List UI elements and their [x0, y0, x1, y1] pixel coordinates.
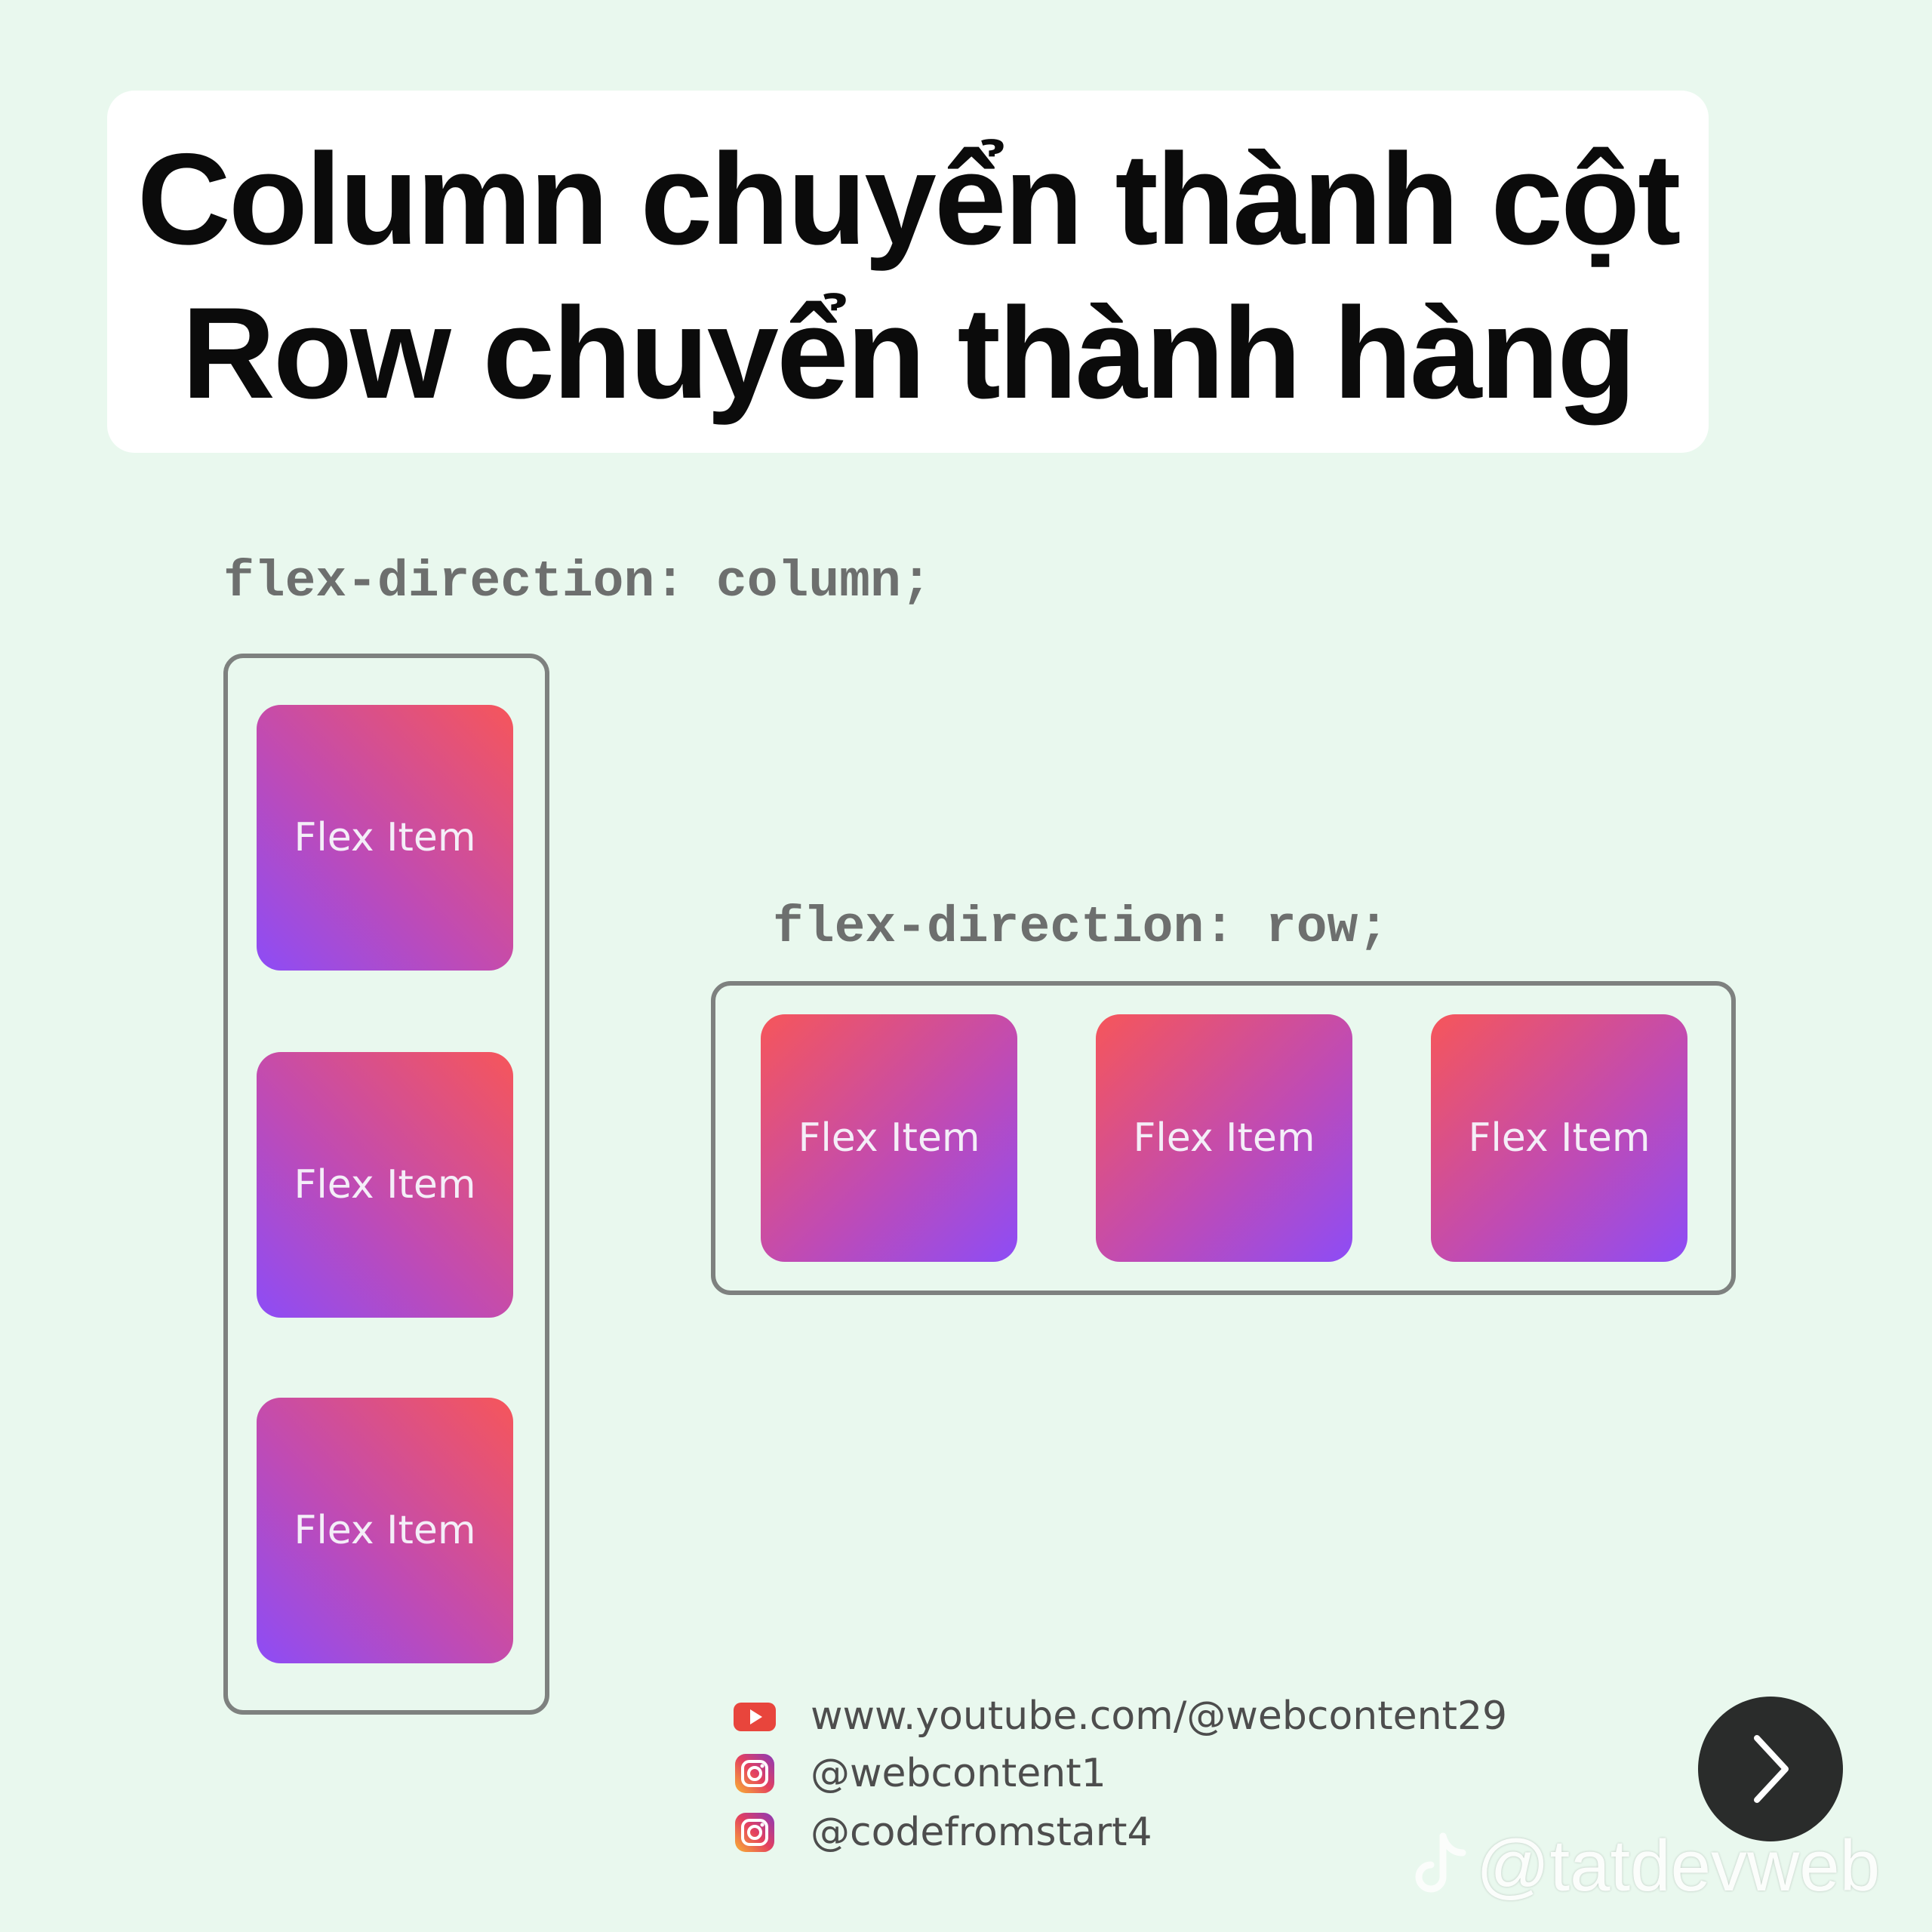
footer-instagram-link-1[interactable]: @webcontent1	[734, 1751, 1106, 1796]
instagram-icon	[735, 1813, 774, 1852]
row-code-label: flex-direction: row;	[773, 899, 1389, 957]
footer-youtube-link[interactable]: www.youtube.com/@webcontent29	[734, 1694, 1507, 1739]
row-flex-item-1: Flex Item	[761, 1014, 1017, 1262]
column-flex-item-3: Flex Item	[257, 1398, 513, 1663]
column-flex-item-2: Flex Item	[257, 1052, 513, 1318]
next-button[interactable]	[1698, 1697, 1843, 1841]
tiktok-watermark: @tatdevweb	[1410, 1825, 1880, 1908]
instagram-icon	[735, 1754, 774, 1793]
youtube-icon	[734, 1703, 776, 1731]
title-line-1: Column chuyển thành cột	[137, 127, 1681, 272]
row-flex-item-3: Flex Item	[1431, 1014, 1687, 1262]
column-flex-item-1: Flex Item	[257, 705, 513, 971]
youtube-link-text: www.youtube.com/@webcontent29	[811, 1694, 1508, 1739]
title-line-2: Row chuyển thành hàng	[181, 281, 1637, 426]
tiktok-icon	[1415, 1832, 1466, 1893]
chevron-right-icon	[1754, 1735, 1789, 1803]
watermark-text: @tatdevweb	[1476, 1826, 1881, 1906]
instagram-link-text-2: @codefromstart4	[811, 1810, 1152, 1855]
row-flex-item-2: Flex Item	[1096, 1014, 1352, 1262]
instagram-link-text-1: @webcontent1	[811, 1751, 1106, 1796]
footer-instagram-link-2[interactable]: @codefromstart4	[734, 1810, 1152, 1855]
title-card: Column chuyển thành cột Row chuyển thành…	[107, 91, 1709, 453]
column-code-label: flex-direction: column;	[223, 553, 932, 611]
